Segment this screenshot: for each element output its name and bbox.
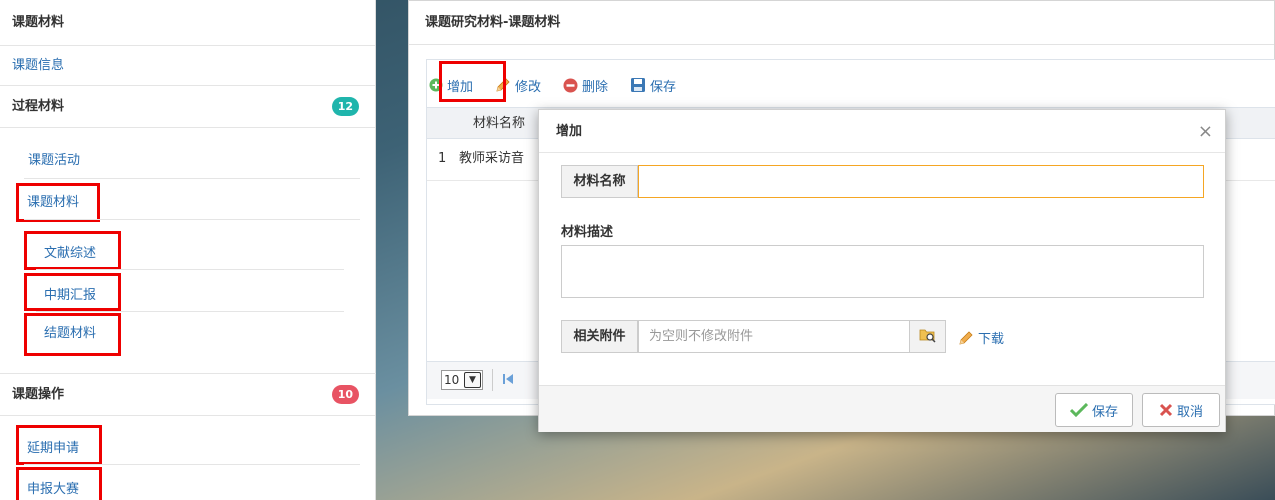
sidebar-group-label: 过程材料 — [12, 99, 65, 114]
attachment-placeholder: 为空则不修改附件 — [649, 329, 754, 344]
sidebar-group-ops[interactable]: 课题操作 10 — [0, 374, 375, 416]
highlight-box — [16, 467, 102, 500]
cancel-button[interactable]: 取消 — [1142, 393, 1220, 427]
attachment-input[interactable]: 为空则不修改附件 — [638, 320, 910, 353]
sidebar-group-label: 课题操作 — [12, 387, 65, 402]
column-header[interactable]: 材料名称 — [473, 108, 525, 140]
material-desc-textarea[interactable] — [561, 245, 1204, 298]
save-button-label: 保存 — [1091, 404, 1118, 420]
sidebar: 课题材料 课题信息 过程材料 12 课题活动 课题材料 文献综述 中期汇报 结题… — [0, 0, 376, 500]
save-button[interactable]: 保存 — [1055, 393, 1133, 427]
highlight-box — [439, 61, 506, 102]
row-index: 1 — [438, 151, 447, 166]
pencil-icon — [958, 330, 974, 346]
delete-button[interactable]: 删除 — [563, 76, 608, 95]
material-name-input[interactable] — [638, 165, 1204, 198]
count-badge: 10 — [331, 385, 359, 404]
cancel-button-label: 取消 — [1176, 404, 1203, 420]
highlight-box — [24, 313, 121, 356]
save-toolbar-label: 保存 — [650, 79, 677, 95]
page-size-select[interactable]: 10 ▼ — [441, 370, 483, 390]
highlight-box — [24, 231, 121, 270]
sidebar-group-process[interactable]: 过程材料 12 — [0, 86, 375, 128]
folder-search-icon — [919, 327, 937, 347]
page-size-value: 10 — [444, 373, 460, 387]
dialog-title-text: 增加 — [556, 124, 583, 139]
page-title: 课题研究材料-课题材料 — [409, 1, 1274, 45]
material-name-label: 材料名称 — [561, 165, 638, 198]
download-label: 下载 — [978, 332, 1005, 347]
sidebar-item-activity[interactable]: 课题活动 — [28, 149, 80, 168]
count-badge: 12 — [331, 97, 359, 116]
edit-button-label: 修改 — [515, 79, 542, 95]
first-page-icon[interactable] — [501, 372, 515, 390]
minus-circle-icon — [563, 78, 578, 93]
highlight-box — [16, 183, 100, 222]
dialog-title: 增加 × — [539, 110, 1225, 153]
floppy-disk-icon — [630, 77, 646, 93]
attachment-label: 相关附件 — [561, 320, 638, 353]
highlight-box — [16, 425, 102, 465]
x-mark-icon — [1159, 403, 1173, 417]
save-toolbar-button[interactable]: 保存 — [630, 76, 676, 95]
highlight-box — [24, 273, 121, 311]
download-link[interactable]: 下载 — [958, 328, 1004, 347]
row-material-name: 教师采访音 — [459, 151, 525, 166]
close-icon[interactable]: × — [1198, 110, 1213, 153]
browse-button[interactable] — [909, 320, 946, 353]
material-desc-label: 材料描述 — [561, 225, 614, 240]
sidebar-header: 课题材料 — [0, 0, 375, 46]
delete-button-label: 删除 — [582, 79, 609, 95]
add-dialog: 增加 × 材料名称 材料描述 相关附件 为空则不修改附件 下载 保存 取消 — [538, 109, 1226, 432]
sidebar-item-topic-info[interactable]: 课题信息 — [0, 46, 375, 86]
checkmark-icon — [1069, 403, 1088, 417]
dialog-footer: 保存 取消 — [539, 385, 1225, 432]
chevron-down-icon: ▼ — [464, 372, 481, 388]
